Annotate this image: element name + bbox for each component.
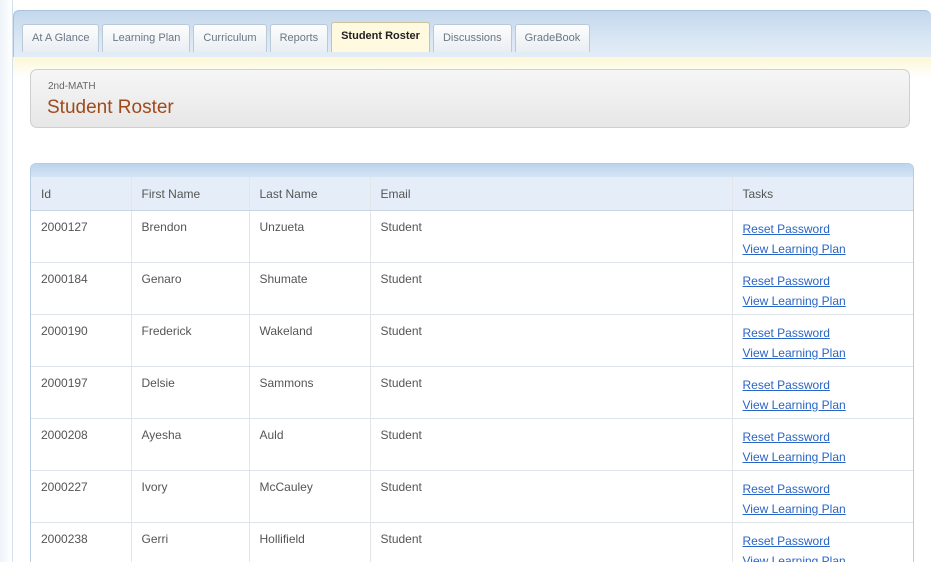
view-learning-plan-link[interactable]: View Learning Plan (743, 394, 904, 416)
table-row: 2000238 Gerri Hollifield Student Reset P… (31, 522, 913, 562)
cell-last-name: Shumate (248, 262, 370, 315)
view-learning-plan-link[interactable]: View Learning Plan (743, 498, 904, 520)
cell-id: 2000184 (31, 262, 131, 315)
cell-id: 2000127 (31, 210, 131, 263)
tab-reports[interactable]: Reports (269, 24, 329, 52)
reset-password-link[interactable]: Reset Password (743, 530, 904, 552)
page-header: 2nd-MATH Student Roster (30, 69, 910, 128)
reset-password-link[interactable]: Reset Password (743, 478, 904, 500)
cell-id: 2000227 (31, 470, 131, 523)
cell-id: 2000238 (31, 522, 131, 562)
cell-tasks: Reset Password View Learning Plan (731, 522, 913, 562)
table-row: 2000190 Frederick Wakeland Student Reset… (31, 314, 913, 367)
table-row: 2000197 Delsie Sammons Student Reset Pas… (31, 366, 913, 419)
reset-password-link[interactable]: Reset Password (743, 322, 904, 344)
cell-email: Student (369, 418, 732, 471)
column-header-email: Email (369, 177, 732, 211)
tab-student-roster[interactable]: Student Roster (331, 22, 430, 52)
tab-bar: At A Glance Learning Plan Curriculum Rep… (13, 10, 931, 58)
cell-email: Student (369, 210, 732, 263)
view-learning-plan-link[interactable]: View Learning Plan (743, 446, 904, 468)
cell-last-name: McCauley (248, 470, 370, 523)
column-header-first-name: First Name (130, 177, 249, 211)
student-roster-panel: Id First Name Last Name Email Tasks 2000… (30, 163, 914, 562)
cell-email: Student (369, 314, 732, 367)
cell-tasks: Reset Password View Learning Plan (731, 470, 913, 523)
cell-tasks: Reset Password View Learning Plan (731, 418, 913, 471)
page-title: Student Roster (47, 97, 174, 118)
table-row: 2000208 Ayesha Auld Student Reset Passwo… (31, 418, 913, 471)
tab-at-a-glance[interactable]: At A Glance (22, 24, 100, 52)
reset-password-link[interactable]: Reset Password (743, 374, 904, 396)
cell-first-name: Delsie (130, 366, 249, 419)
cell-tasks: Reset Password View Learning Plan (731, 262, 913, 315)
table-row: 2000184 Genaro Shumate Student Reset Pas… (31, 262, 913, 315)
tab-discussions[interactable]: Discussions (432, 24, 512, 52)
table-row: 2000227 Ivory McCauley Student Reset Pas… (31, 470, 913, 523)
cell-first-name: Brendon (130, 210, 249, 263)
course-code: 2nd-MATH (48, 81, 96, 92)
tab-curriculum[interactable]: Curriculum (193, 24, 267, 52)
tab-gradebook[interactable]: GradeBook (514, 24, 591, 52)
cell-first-name: Ivory (130, 470, 249, 523)
window-left-edge (0, 0, 13, 562)
cell-last-name: Sammons (248, 366, 370, 419)
cell-email: Student (369, 522, 732, 562)
column-header-id: Id (31, 177, 131, 211)
reset-password-link[interactable]: Reset Password (743, 218, 904, 240)
cell-last-name: Unzueta (248, 210, 370, 263)
view-learning-plan-link[interactable]: View Learning Plan (743, 550, 904, 562)
roster-panel-cap (31, 164, 913, 177)
cell-id: 2000190 (31, 314, 131, 367)
view-learning-plan-link[interactable]: View Learning Plan (743, 238, 904, 260)
cell-email: Student (369, 366, 732, 419)
cell-id: 2000208 (31, 418, 131, 471)
cell-tasks: Reset Password View Learning Plan (731, 366, 913, 419)
cell-email: Student (369, 262, 732, 315)
view-learning-plan-link[interactable]: View Learning Plan (743, 290, 904, 312)
cell-last-name: Wakeland (248, 314, 370, 367)
tab-learning-plan[interactable]: Learning Plan (102, 24, 191, 52)
table-header-row: Id First Name Last Name Email Tasks (31, 177, 913, 211)
cell-first-name: Genaro (130, 262, 249, 315)
reset-password-link[interactable]: Reset Password (743, 270, 904, 292)
cell-id: 2000197 (31, 366, 131, 419)
cell-tasks: Reset Password View Learning Plan (731, 314, 913, 367)
cell-first-name: Ayesha (130, 418, 249, 471)
tab-list: At A Glance Learning Plan Curriculum Rep… (22, 22, 591, 52)
student-roster-table: Id First Name Last Name Email Tasks 2000… (31, 177, 913, 562)
cell-last-name: Hollifield (248, 522, 370, 562)
column-header-last-name: Last Name (248, 177, 370, 211)
cell-tasks: Reset Password View Learning Plan (731, 210, 913, 263)
cell-first-name: Gerri (130, 522, 249, 562)
cell-last-name: Auld (248, 418, 370, 471)
column-header-tasks: Tasks (731, 177, 913, 211)
table-row: 2000127 Brendon Unzueta Student Reset Pa… (31, 210, 913, 263)
reset-password-link[interactable]: Reset Password (743, 426, 904, 448)
cell-first-name: Frederick (130, 314, 249, 367)
view-learning-plan-link[interactable]: View Learning Plan (743, 342, 904, 364)
cell-email: Student (369, 470, 732, 523)
